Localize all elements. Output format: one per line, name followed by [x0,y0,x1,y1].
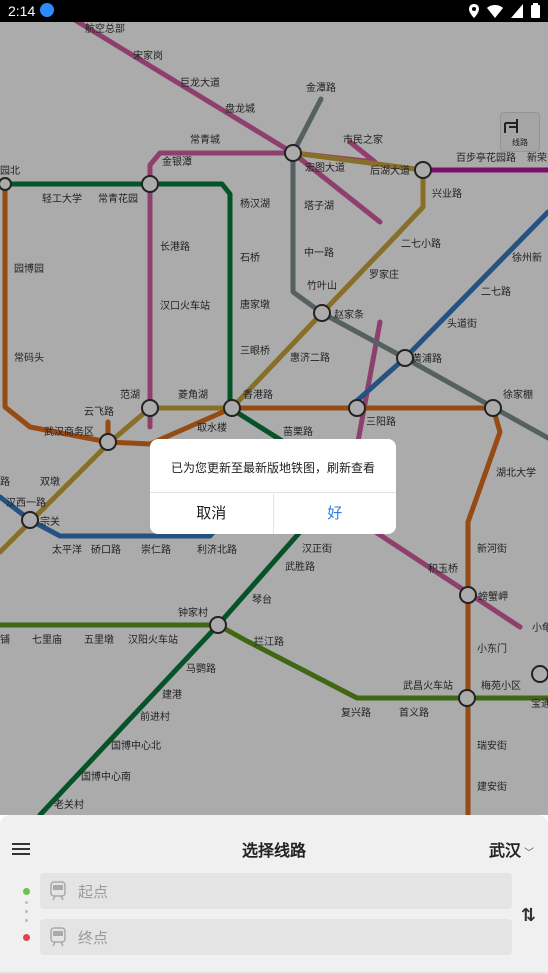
train-icon [50,881,66,901]
swap-icon[interactable]: ⇅ [521,905,536,926]
download-icon [40,3,54,17]
battery-icon [531,3,540,18]
wifi-icon [487,4,503,18]
route-dots [25,901,28,927]
dialog-message: 已为您更新至最新版地铁图，刷新查看 [170,461,375,475]
status-icons [469,3,540,18]
modal-overlay[interactable] [0,22,548,815]
location-icon [469,3,479,18]
chevron-down-icon: ﹀ [524,848,534,859]
end-placeholder: 终点 [78,929,109,947]
status-time: 2:14 [8,3,36,19]
city-name: 武汉 [488,841,521,860]
city-selector[interactable]: 武汉 ﹀ [489,837,534,861]
start-placeholder: 起点 [78,883,109,901]
start-station-field[interactable]: 起点 [40,873,512,909]
dialog-buttons: 取消 好 [150,492,396,534]
end-dot-icon [23,934,30,941]
panel-title: 选择线路 [241,841,306,860]
status-bar: 2:14 [0,0,548,22]
end-station-field[interactable]: 终点 [40,919,512,955]
route-panel: 选择线路 武汉 ﹀ 起点 终点 ⇅ [0,815,548,974]
train-icon [50,927,66,947]
cancel-button[interactable]: 取消 [150,493,274,534]
update-dialog: 已为您更新至最新版地铁图，刷新查看 取消 好 [150,439,396,534]
ok-button[interactable]: 好 [274,493,397,534]
start-dot-icon [23,888,30,895]
signal-icon [511,3,523,18]
